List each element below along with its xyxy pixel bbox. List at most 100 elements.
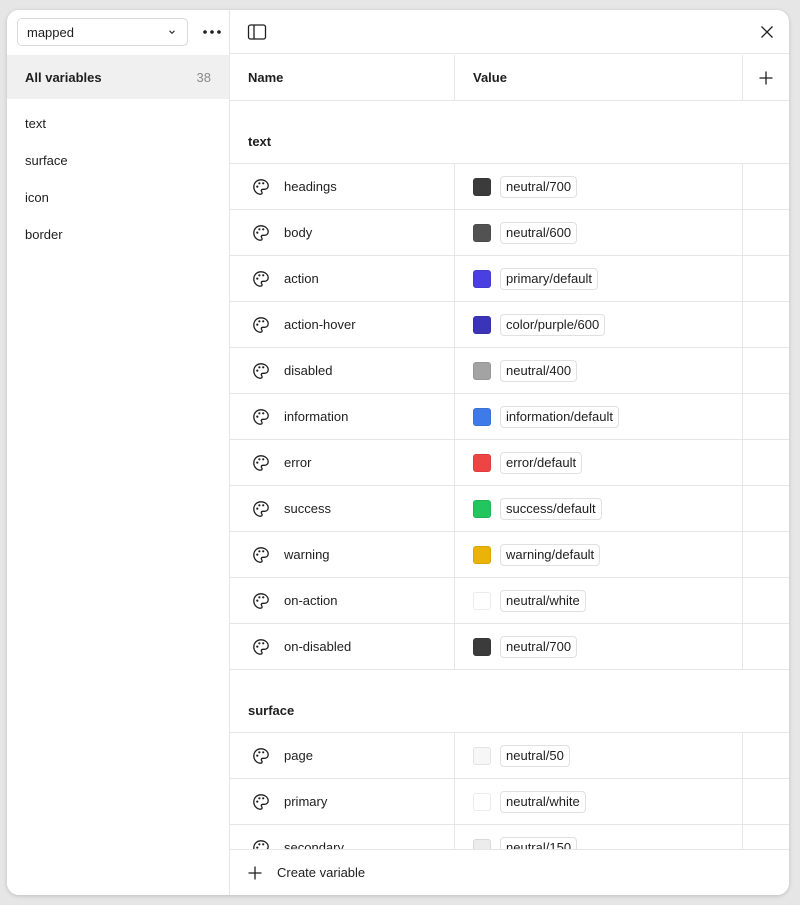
- all-variables-item[interactable]: All variables 38: [7, 55, 229, 99]
- alias-pill: primary/default: [500, 267, 598, 290]
- variable-value-cell[interactable]: primary/default: [455, 256, 743, 301]
- variable-name-cell[interactable]: error: [230, 440, 455, 485]
- all-variables-label: All variables: [25, 69, 102, 85]
- variable-name-cell[interactable]: body: [230, 210, 455, 255]
- empty-cell: [743, 486, 789, 531]
- variable-value-cell[interactable]: information/default: [455, 394, 743, 439]
- variable-name-cell[interactable]: success: [230, 486, 455, 531]
- collection-select[interactable]: mapped: [17, 18, 188, 46]
- name-column-header: Name: [230, 55, 455, 100]
- variable-name: action: [284, 271, 319, 286]
- color-swatch: [473, 746, 491, 765]
- color-swatch: [473, 792, 491, 811]
- variable-name-cell[interactable]: disabled: [230, 348, 455, 393]
- table-row[interactable]: warning warning/default: [230, 532, 789, 578]
- table-row[interactable]: error error/default: [230, 440, 789, 486]
- empty-cell: [743, 302, 789, 347]
- empty-cell: [743, 825, 789, 849]
- variable-value-cell[interactable]: neutral/600: [455, 210, 743, 255]
- sidebar-item-text[interactable]: text: [7, 105, 229, 142]
- sidebar-item-surface[interactable]: surface: [7, 142, 229, 179]
- color-swatch: [473, 838, 491, 849]
- empty-cell: [743, 624, 789, 669]
- table-row[interactable]: page neutral/50: [230, 733, 789, 779]
- variable-name: information: [284, 409, 349, 424]
- table-row[interactable]: action primary/default: [230, 256, 789, 302]
- more-icon[interactable]: [200, 22, 224, 42]
- table-row[interactable]: success success/default: [230, 486, 789, 532]
- alias-pill: error/default: [500, 451, 583, 474]
- variable-name-cell[interactable]: headings: [230, 164, 455, 209]
- variable-value-cell[interactable]: neutral/50: [455, 733, 743, 778]
- palette-icon: [252, 747, 270, 765]
- variable-value-cell[interactable]: neutral/400: [455, 348, 743, 393]
- palette-icon: [252, 839, 270, 849]
- table-row[interactable]: on-disabled neutral/700: [230, 624, 789, 670]
- table-row[interactable]: action-hover color/purple/600: [230, 302, 789, 348]
- alias-pill: neutral/50: [500, 744, 570, 767]
- variables-window: mapped All variables 38 text surface ico…: [7, 10, 789, 895]
- all-variables-count: 38: [196, 69, 211, 85]
- variable-value-cell[interactable]: neutral/white: [455, 779, 743, 824]
- empty-cell: [743, 440, 789, 485]
- variable-value-cell[interactable]: error/default: [455, 440, 743, 485]
- color-swatch: [473, 223, 491, 242]
- group-header-text: text: [230, 101, 789, 164]
- variable-value-cell[interactable]: neutral/700: [455, 624, 743, 669]
- variable-name-cell[interactable]: warning: [230, 532, 455, 577]
- variable-name-cell[interactable]: information: [230, 394, 455, 439]
- color-swatch: [473, 637, 491, 656]
- table-header: Name Value: [230, 55, 789, 101]
- collection-select-value: mapped: [27, 24, 74, 40]
- variable-value-cell[interactable]: neutral/150: [455, 825, 743, 849]
- variable-value-cell[interactable]: neutral/700: [455, 164, 743, 209]
- variable-value-cell[interactable]: success/default: [455, 486, 743, 531]
- add-mode-button[interactable]: [743, 55, 789, 100]
- variable-name-cell[interactable]: action-hover: [230, 302, 455, 347]
- variable-name: success: [284, 501, 331, 516]
- color-swatch: [473, 545, 491, 564]
- palette-icon: [252, 178, 270, 196]
- table-row[interactable]: on-action neutral/white: [230, 578, 789, 624]
- table-row[interactable]: headings neutral/700: [230, 164, 789, 210]
- variable-name: primary: [284, 794, 328, 809]
- variable-name-cell[interactable]: primary: [230, 779, 455, 824]
- sidebar-item-icon[interactable]: icon: [7, 179, 229, 216]
- table-row[interactable]: information information/default: [230, 394, 789, 440]
- empty-cell: [743, 532, 789, 577]
- table-row[interactable]: primary neutral/white: [230, 779, 789, 825]
- variable-name-cell[interactable]: on-action: [230, 578, 455, 623]
- variable-name-cell[interactable]: page: [230, 733, 455, 778]
- variable-value-cell[interactable]: warning/default: [455, 532, 743, 577]
- variable-name: warning: [284, 547, 330, 562]
- sidebar-toggle-icon[interactable]: [247, 23, 267, 41]
- alias-pill: neutral/150: [500, 836, 578, 849]
- create-variable-button[interactable]: Create variable: [230, 849, 789, 895]
- table-row[interactable]: disabled neutral/400: [230, 348, 789, 394]
- empty-cell: [743, 256, 789, 301]
- alias-pill: color/purple/600: [500, 313, 606, 336]
- variable-value-cell[interactable]: color/purple/600: [455, 302, 743, 347]
- empty-cell: [743, 394, 789, 439]
- variable-name: error: [284, 455, 312, 470]
- variable-name-cell[interactable]: action: [230, 256, 455, 301]
- close-icon[interactable]: [759, 24, 775, 40]
- table-row[interactable]: body neutral/600: [230, 210, 789, 256]
- variable-name-cell[interactable]: secondary: [230, 825, 455, 849]
- variable-name: action-hover: [284, 317, 356, 332]
- palette-icon: [252, 638, 270, 656]
- plus-icon: [248, 866, 262, 880]
- chevron-down-icon: [167, 27, 177, 37]
- variable-name-cell[interactable]: on-disabled: [230, 624, 455, 669]
- table-row[interactable]: secondary neutral/150: [230, 825, 789, 849]
- variable-value-cell[interactable]: neutral/white: [455, 578, 743, 623]
- variable-name: body: [284, 225, 313, 240]
- collections-sidebar: mapped All variables 38 text surface ico…: [7, 10, 230, 895]
- palette-icon: [252, 592, 270, 610]
- variables-table[interactable]: text headings neutral/700 body neutral/6…: [230, 101, 789, 849]
- empty-cell: [743, 164, 789, 209]
- variable-name: secondary: [284, 840, 344, 849]
- color-swatch: [473, 499, 491, 518]
- sidebar-item-border[interactable]: border: [7, 216, 229, 253]
